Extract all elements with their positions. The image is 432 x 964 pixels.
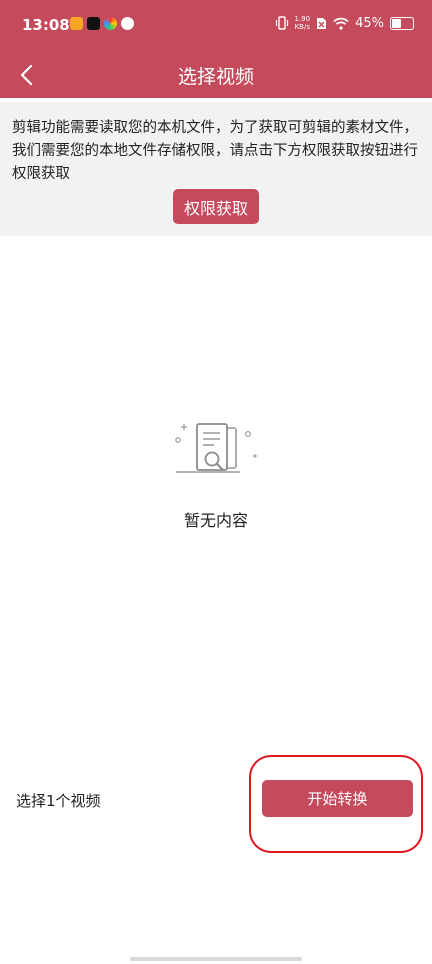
vibrate-icon	[275, 16, 288, 30]
network-speed-unit: KB/s	[294, 23, 310, 31]
status-app-icons	[70, 17, 134, 30]
tiktok-icon	[87, 17, 100, 30]
status-bar: 13:08 1.90 KB/s 45%	[0, 0, 432, 52]
page-title: 选择视频	[177, 66, 254, 88]
nav-bar: 选择视频	[0, 52, 432, 98]
empty-state-text: 暂无内容	[183, 511, 248, 530]
network-speed: 1.90 KB/s	[295, 15, 311, 31]
wifi-icon	[333, 17, 349, 30]
network-speed-value: 1.90	[294, 15, 311, 23]
grant-permission-button[interactable]: 权限获取	[173, 189, 259, 224]
status-time: 13:08	[22, 16, 70, 34]
empty-document-search-icon	[175, 423, 257, 473]
home-indicator[interactable]	[130, 957, 302, 961]
battery-percent: 45%	[355, 15, 384, 31]
app-colorful-icon	[104, 17, 117, 30]
start-convert-button[interactable]: 开始转换	[262, 780, 413, 817]
battery-icon	[390, 16, 414, 30]
permission-message: 剪辑功能需要读取您的本机文件，为了获取可剪辑的素材文件，我们需要您的本地文件存储…	[12, 120, 418, 182]
selected-count-label: 选择1个视频	[16, 792, 101, 810]
app-link-icon	[121, 17, 134, 30]
app-notification-icon	[70, 17, 83, 30]
status-right: 1.90 KB/s 45%	[275, 15, 414, 31]
no-sim-icon	[317, 17, 327, 29]
